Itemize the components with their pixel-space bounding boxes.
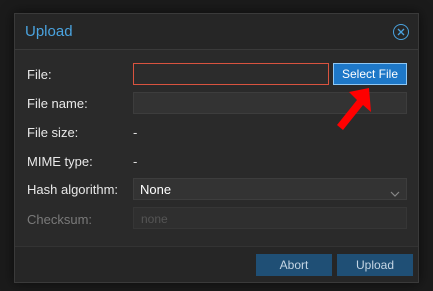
mime-type-label: MIME type: bbox=[27, 154, 93, 169]
dialog-titlebar: Upload bbox=[15, 14, 418, 50]
hash-algorithm-label: Hash algorithm: bbox=[27, 182, 119, 197]
file-label: File: bbox=[27, 67, 52, 82]
file-name-label: File name: bbox=[27, 96, 88, 111]
red-arrow-icon bbox=[335, 86, 375, 137]
close-icon[interactable] bbox=[393, 24, 409, 40]
checksum-label: Checksum: bbox=[27, 212, 93, 227]
upload-dialog: Upload File: Select File File name: File… bbox=[14, 13, 419, 283]
file-size-label: File size: bbox=[27, 125, 79, 140]
upload-button[interactable]: Upload bbox=[337, 254, 413, 276]
file-size-value: - bbox=[133, 125, 138, 140]
abort-button[interactable]: Abort bbox=[256, 254, 332, 276]
select-file-button[interactable]: Select File bbox=[333, 63, 407, 85]
checksum-placeholder: none bbox=[141, 212, 168, 226]
file-input[interactable] bbox=[133, 63, 329, 85]
checksum-input: none bbox=[133, 207, 407, 229]
dialog-title: Upload bbox=[25, 23, 73, 40]
dialog-footer: Abort Upload bbox=[15, 246, 418, 282]
hash-algorithm-value: None bbox=[140, 182, 172, 197]
mime-type-value: - bbox=[133, 154, 138, 169]
hash-algorithm-select[interactable]: None bbox=[133, 178, 407, 200]
chevron-down-icon bbox=[390, 185, 400, 203]
